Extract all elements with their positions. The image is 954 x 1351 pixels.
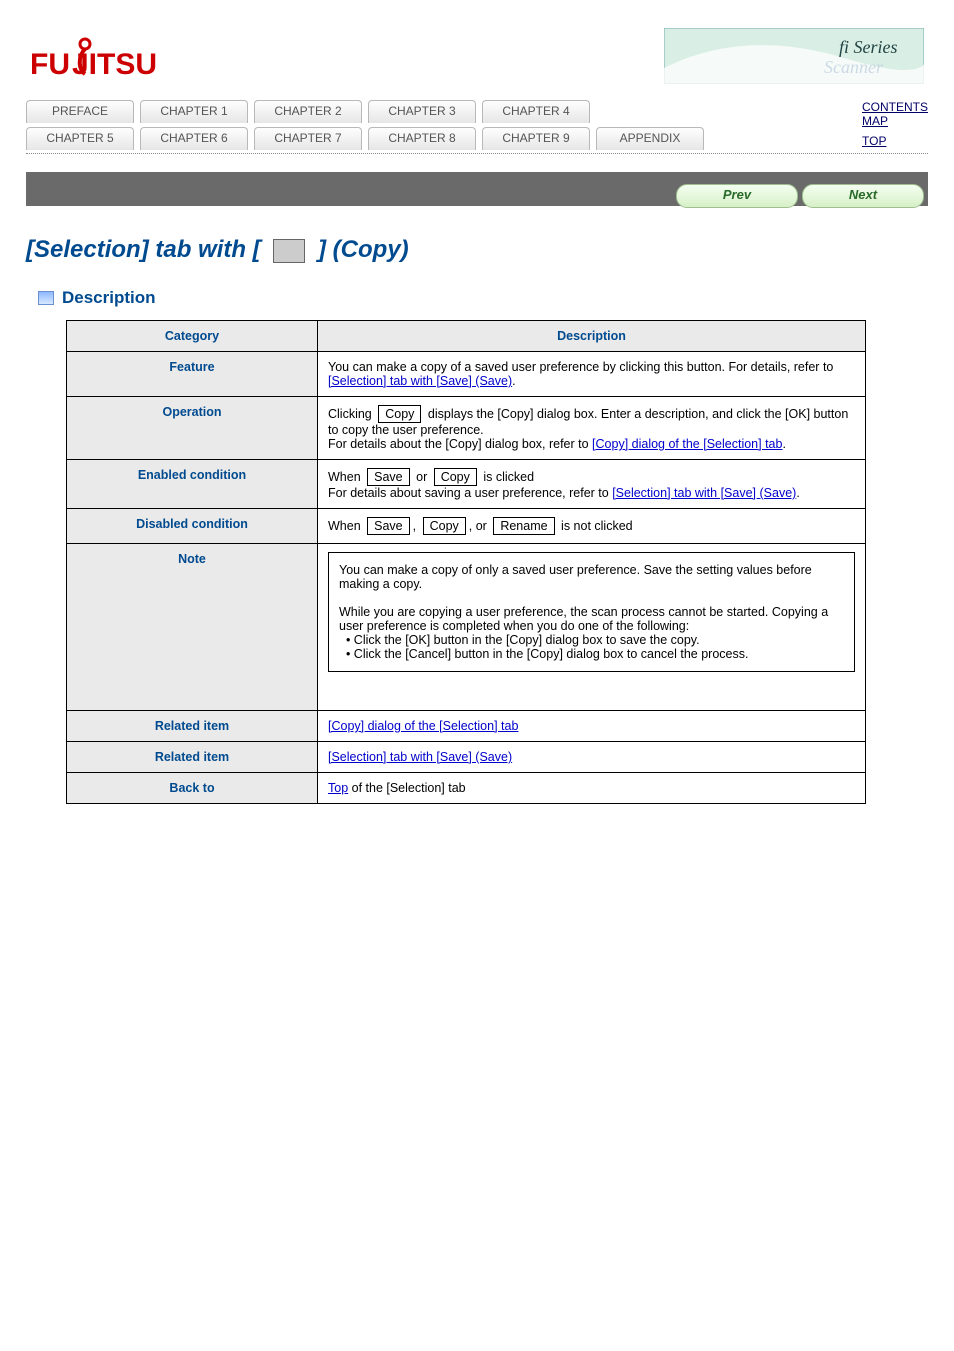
row-description: [Selection] tab with [Save] (Save): [318, 742, 866, 773]
sub-heading: Description: [62, 288, 156, 308]
svg-text:Scanner: Scanner: [824, 57, 884, 77]
svg-text:fi Series: fi Series: [839, 37, 898, 57]
inline-link[interactable]: [Selection] tab with [Save] (Save): [612, 486, 796, 500]
tab-chapter-1[interactable]: CHAPTER 1: [140, 100, 248, 123]
tab-chapter-2[interactable]: CHAPTER 2: [254, 100, 362, 123]
inline-link[interactable]: [Copy] dialog of the [Selection] tab: [592, 437, 782, 451]
row-category: Back to: [67, 773, 318, 804]
inline-link[interactable]: [Copy] dialog of the [Selection] tab: [328, 719, 518, 733]
row-category: Related item: [67, 742, 318, 773]
row-description: Clicking Copy displays the [Copy] dialog…: [318, 397, 866, 460]
nav-link-contents-map[interactable]: CONTENTS MAP: [862, 100, 928, 128]
tab-chapter-8[interactable]: CHAPTER 8: [368, 127, 476, 150]
row-category: Disabled condition: [67, 509, 318, 544]
inline-button-label: Copy: [434, 468, 477, 486]
tab-chapter-5[interactable]: CHAPTER 5: [26, 127, 134, 150]
inline-button-label: Save: [367, 468, 410, 486]
fujitsu-logo: FU JITSU: [30, 34, 160, 80]
copy-toolbar-icon: [273, 239, 305, 263]
row-description: Top of the [Selection] tab: [318, 773, 866, 804]
row-category: Enabled condition: [67, 460, 318, 509]
row-description: When Save, Copy, or Rename is not clicke…: [318, 509, 866, 544]
title-pre: [Selection] tab with [: [26, 236, 261, 263]
next-button[interactable]: Next: [802, 184, 924, 208]
col-header-category: Category: [67, 321, 318, 352]
row-category: Note: [67, 544, 318, 711]
tab-chapter-3[interactable]: CHAPTER 3: [368, 100, 476, 123]
inline-button-label: Save: [367, 517, 410, 535]
tab-chapter-6[interactable]: CHAPTER 6: [140, 127, 248, 150]
nav-link-top[interactable]: TOP: [862, 134, 928, 148]
row-description: You can make a copy of only a saved user…: [318, 544, 866, 711]
row-description: [Copy] dialog of the [Selection] tab: [318, 711, 866, 742]
tab-chapter-9[interactable]: CHAPTER 9: [482, 127, 590, 150]
row-category: Related item: [67, 711, 318, 742]
title-post: ] (Copy): [318, 236, 409, 263]
row-description: When Save or Copy is clickedFor details …: [318, 460, 866, 509]
inline-link[interactable]: [Selection] tab with [Save] (Save): [328, 750, 512, 764]
description-table: Category Description FeatureYou can make…: [66, 320, 866, 804]
svg-text:FU: FU: [30, 48, 70, 80]
tab-appendix[interactable]: APPENDIX: [596, 127, 704, 150]
inline-button-label: Copy: [423, 517, 466, 535]
inline-link[interactable]: [Selection] tab with [Save] (Save): [328, 374, 512, 388]
col-header-description: Description: [318, 321, 866, 352]
row-category: Operation: [67, 397, 318, 460]
fi-series-banner: fi Series Scanner: [664, 28, 924, 84]
inline-link[interactable]: Top: [328, 781, 348, 795]
svg-text:JITSU: JITSU: [72, 48, 157, 80]
row-description: You can make a copy of a saved user pref…: [318, 352, 866, 397]
tab-chapter-7[interactable]: CHAPTER 7: [254, 127, 362, 150]
tab-preface[interactable]: PREFACE: [26, 100, 134, 123]
pager-strip: Prev Next: [26, 172, 928, 206]
inline-button-label: Rename: [493, 517, 554, 535]
section-title: [Selection] tab with [ ] (Copy): [26, 236, 928, 264]
inline-button-label: Copy: [378, 405, 421, 423]
tab-chapter-4[interactable]: CHAPTER 4: [482, 100, 590, 123]
bullet-icon: [38, 291, 54, 305]
row-category: Feature: [67, 352, 318, 397]
prev-button[interactable]: Prev: [676, 184, 798, 208]
